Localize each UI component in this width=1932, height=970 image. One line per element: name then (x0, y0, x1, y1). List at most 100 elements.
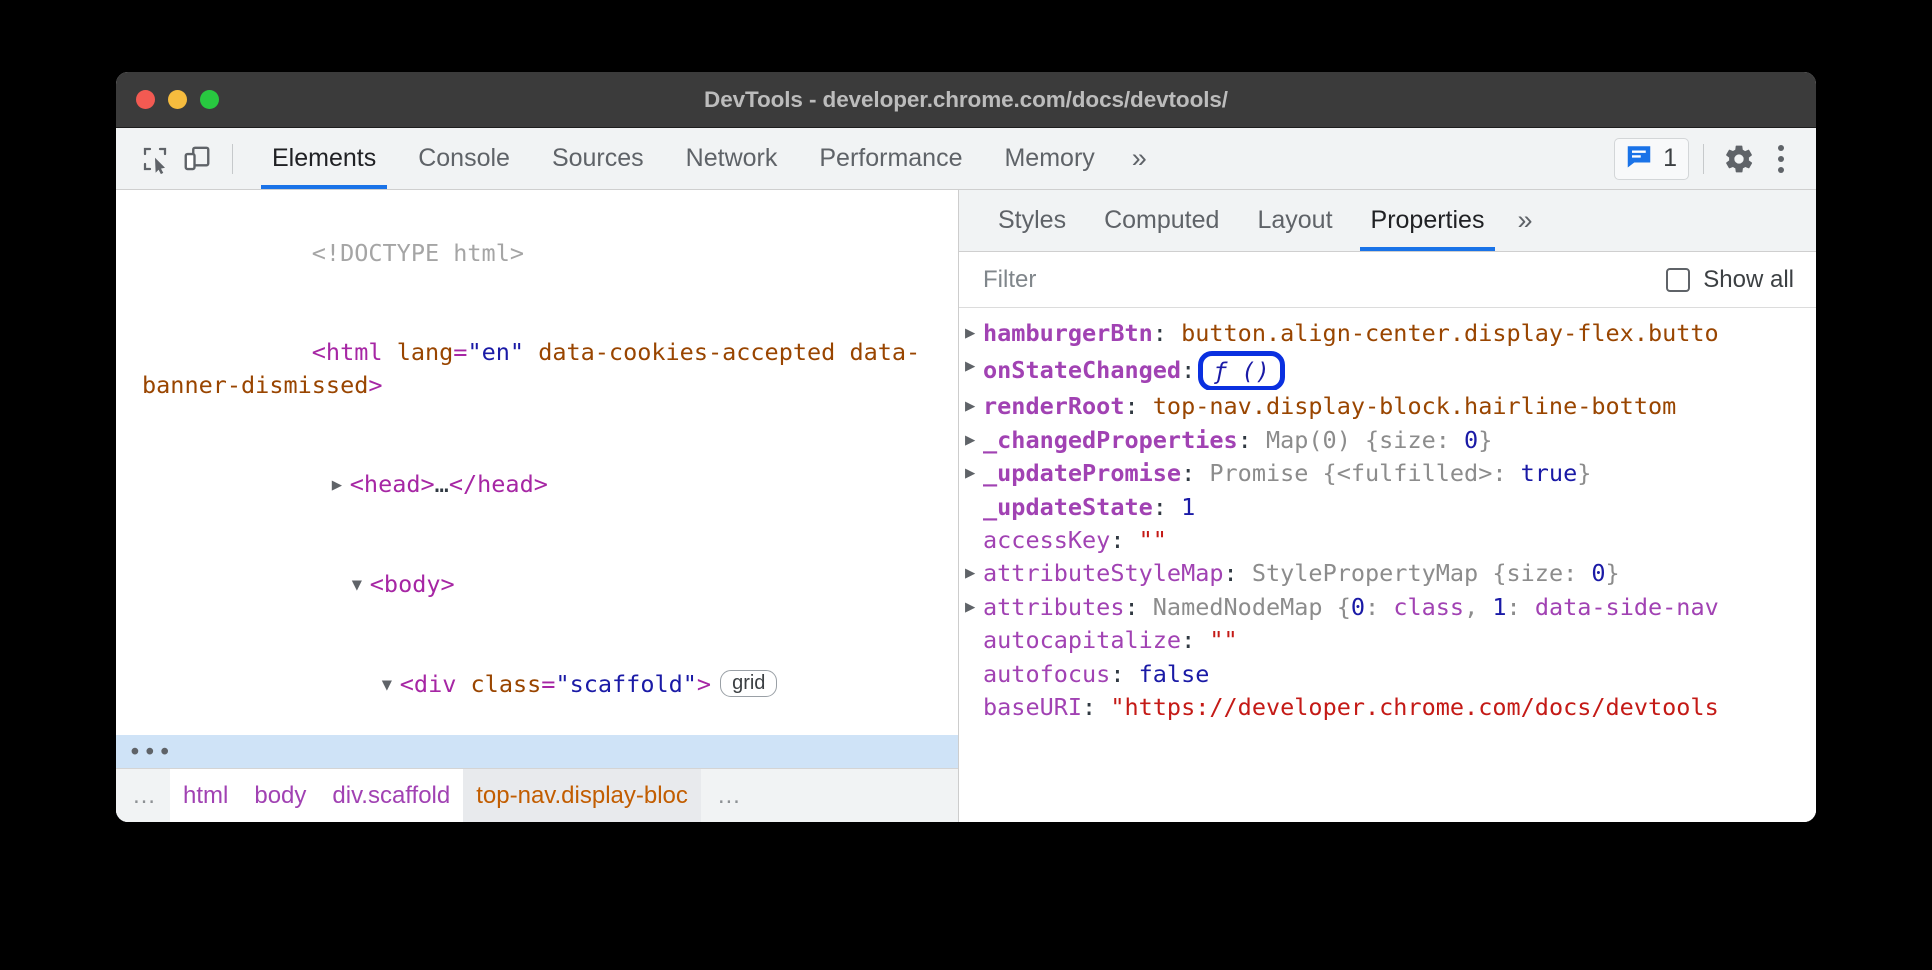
elements-panel: <!DOCTYPE html> <html lang="en" data-coo… (116, 190, 959, 822)
tab-performance[interactable]: Performance (798, 128, 983, 189)
filter-input[interactable]: Filter (983, 266, 1036, 294)
collapse-triangle-icon[interactable]: ▼ (352, 569, 370, 602)
property-row-onStateChanged[interactable]: ▶onStateChanged:ƒ () (959, 350, 1816, 390)
property-value[interactable]: "" (1209, 626, 1237, 654)
property-row-renderRoot[interactable]: ▶renderRoot: top-nav.display-block.hairl… (959, 390, 1816, 423)
property-name: baseURI (983, 693, 1082, 721)
property-name: attributes (983, 593, 1124, 621)
property-name: _updateState (983, 493, 1153, 521)
dom-row-doctype[interactable]: <!DOCTYPE html> (116, 204, 958, 303)
expand-triangle-icon[interactable]: ▶ (965, 591, 975, 624)
tab-layout-label: Layout (1257, 206, 1332, 235)
property-row-updatePromise[interactable]: ▶_updatePromise: Promise {<fulfilled>: t… (959, 457, 1816, 490)
dom-row-body[interactable]: ▼<body> (116, 535, 958, 635)
property-row-baseURI[interactable]: baseURI: "https://developer.chrome.com/d… (959, 691, 1816, 724)
show-all-label: Show all (1703, 266, 1794, 294)
device-toolbar-icon[interactable] (176, 138, 218, 180)
property-row-attributeStyleMap[interactable]: ▶attributeStyleMap: StylePropertyMap {si… (959, 557, 1816, 590)
property-row-updateState[interactable]: _updateState: 1 (959, 491, 1816, 524)
tab-memory-label: Memory (1004, 144, 1094, 173)
dom-row-top-nav-selected[interactable]: ••• ▶<top-nav class="display-block hairl… (116, 735, 958, 768)
expand-triangle-icon[interactable]: ▶ (965, 317, 975, 350)
property-name: accessKey (983, 526, 1110, 554)
more-panels-chevron-icon[interactable]: » (1116, 128, 1163, 189)
tab-network[interactable]: Network (665, 128, 799, 189)
gear-icon[interactable] (1718, 138, 1760, 180)
sidebar-tabs: Styles Computed Layout Properties » (959, 190, 1816, 252)
expand-triangle-icon[interactable]: ▶ (965, 457, 975, 490)
breadcrumb-overflow-left[interactable]: … (116, 769, 170, 822)
dom-row-html[interactable]: <html lang="en" data-cookies-accepted da… (116, 303, 958, 435)
property-name: hamburgerBtn (983, 319, 1153, 347)
maximize-window-button[interactable] (200, 90, 219, 109)
toolbar-divider-2 (1703, 144, 1704, 174)
property-row-autocapitalize[interactable]: autocapitalize: "" (959, 624, 1816, 657)
expand-triangle-icon[interactable]: ▶ (965, 390, 975, 423)
property-value[interactable]: StylePropertyMap {size: 0} (1252, 559, 1620, 587)
property-row-attributes[interactable]: ▶attributes: NamedNodeMap {0: class, 1: … (959, 591, 1816, 624)
filter-bar: Filter Show all (959, 252, 1816, 308)
tab-properties[interactable]: Properties (1352, 190, 1504, 251)
tab-layout[interactable]: Layout (1238, 190, 1351, 251)
tab-computed-label: Computed (1104, 206, 1219, 235)
tab-performance-label: Performance (819, 144, 962, 173)
inspect-element-icon[interactable] (134, 138, 176, 180)
elements-sidebar: Styles Computed Layout Properties » Filt… (959, 190, 1816, 822)
show-all-checkbox[interactable] (1666, 268, 1690, 292)
property-row-accessKey[interactable]: accessKey: "" (959, 524, 1816, 557)
property-value[interactable]: Map(0) {size: 0} (1266, 426, 1492, 454)
toolbar-divider (232, 144, 233, 174)
sidebar-more-tabs-chevron-icon[interactable]: » (1503, 190, 1546, 251)
property-name: renderRoot (983, 392, 1124, 420)
dom-row-more-icon[interactable]: ••• (128, 737, 173, 768)
property-value[interactable]: Promise {<fulfilled>: true} (1209, 459, 1591, 487)
grid-badge[interactable]: grid (720, 670, 777, 697)
property-value[interactable]: top-nav.display-block.hairline-bottom (1153, 392, 1676, 420)
issues-button[interactable]: 1 (1614, 138, 1689, 180)
kebab-menu-icon[interactable] (1760, 138, 1802, 180)
breadcrumb-item-html[interactable]: html (170, 769, 241, 822)
expand-triangle-icon[interactable]: ▶ (965, 424, 975, 457)
property-value[interactable]: "" (1139, 526, 1167, 554)
properties-list[interactable]: ▶hamburgerBtn: button.align-center.displ… (959, 308, 1816, 822)
expand-triangle-icon[interactable]: ▶ (965, 557, 975, 590)
property-value[interactable]: 1 (1181, 493, 1195, 521)
breadcrumb-item-div-scaffold[interactable]: div.scaffold (319, 769, 463, 822)
collapse-triangle-icon[interactable]: ▼ (382, 669, 400, 702)
expand-triangle-icon[interactable]: ▶ (965, 350, 975, 383)
traffic-light-controls (136, 90, 219, 109)
tab-memory[interactable]: Memory (983, 128, 1115, 189)
dom-tree[interactable]: <!DOCTYPE html> <html lang="en" data-coo… (116, 190, 958, 768)
breadcrumb-item-body[interactable]: body (241, 769, 319, 822)
tab-sources-label: Sources (552, 144, 644, 173)
tab-console-label: Console (418, 144, 510, 173)
tab-styles-label: Styles (998, 206, 1066, 235)
tab-elements[interactable]: Elements (251, 128, 397, 189)
tab-sources[interactable]: Sources (531, 128, 665, 189)
window-titlebar: DevTools - developer.chrome.com/docs/dev… (116, 72, 1816, 128)
property-value[interactable]: ƒ () (1213, 357, 1270, 385)
property-row-autofocus[interactable]: autofocus: false (959, 658, 1816, 691)
property-name: onStateChanged (983, 356, 1181, 384)
property-value[interactable]: button.align-center.display-flex.butto (1181, 319, 1719, 347)
panel-tabs: Elements Console Sources Network Perform… (251, 128, 1163, 189)
dom-row-div-scaffold[interactable]: ▼<div class="scaffold">grid (116, 635, 958, 735)
tab-computed[interactable]: Computed (1085, 190, 1238, 251)
property-value[interactable]: "https://developer.chrome.com/docs/devto… (1110, 693, 1718, 721)
property-value[interactable]: NamedNodeMap {0: class, 1: data-side-nav (1153, 593, 1719, 621)
property-row-hamburgerBtn[interactable]: ▶hamburgerBtn: button.align-center.displ… (959, 317, 1816, 350)
property-value[interactable]: false (1139, 660, 1210, 688)
close-window-button[interactable] (136, 90, 155, 109)
dom-row-head[interactable]: ▶<head>…</head> (116, 435, 958, 535)
expand-triangle-icon[interactable]: ▶ (332, 469, 350, 502)
property-name: _changedProperties (983, 426, 1238, 454)
breadcrumb-item-top-nav[interactable]: top-nav.display-bloc (463, 769, 701, 822)
tab-styles[interactable]: Styles (979, 190, 1085, 251)
devtools-body: <!DOCTYPE html> <html lang="en" data-coo… (116, 190, 1816, 822)
breadcrumb: … html body div.scaffold top-nav.display… (116, 768, 958, 822)
breadcrumb-overflow-right[interactable]: … (701, 769, 755, 822)
minimize-window-button[interactable] (168, 90, 187, 109)
show-all-toggle[interactable]: Show all (1666, 266, 1794, 294)
tab-console[interactable]: Console (397, 128, 531, 189)
property-row-changedProperties[interactable]: ▶_changedProperties: Map(0) {size: 0} (959, 424, 1816, 457)
